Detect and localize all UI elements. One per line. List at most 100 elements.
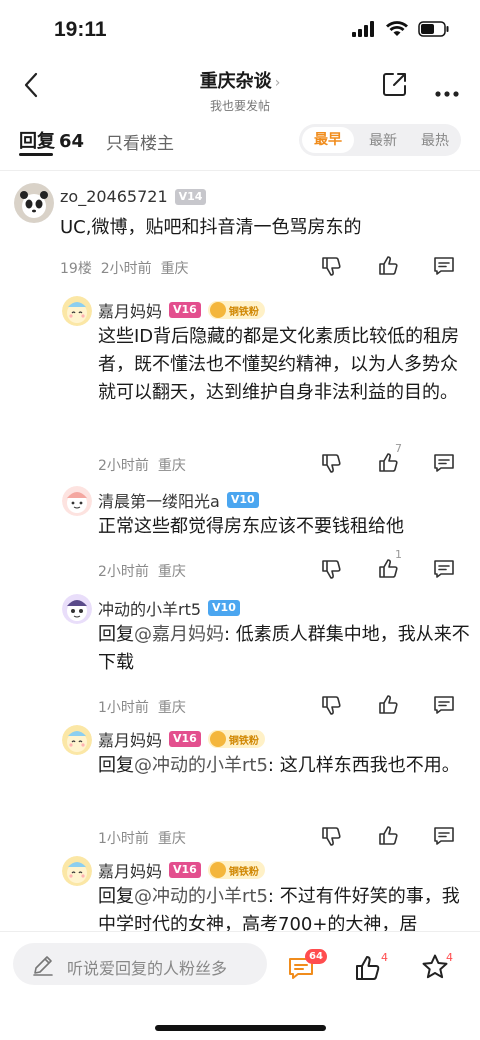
tab-owner-only[interactable]: 只看楼主 (106, 129, 174, 154)
avatar[interactable] (62, 296, 92, 326)
reply-author[interactable]: 嘉月妈妈 V16 铜铁粉 (98, 298, 265, 322)
bottom-bar: 听说爱回复的人粉丝多 64 4 4 (0, 931, 480, 1040)
like-icon[interactable] (377, 825, 399, 847)
username[interactable]: 清晨第一缕阳光a (98, 488, 220, 512)
level-badge: V16 (169, 302, 201, 318)
comment-icon[interactable] (433, 558, 455, 580)
like-icon[interactable] (377, 255, 399, 277)
fan-badge: 铜铁粉 (207, 301, 265, 319)
comment-icon[interactable] (433, 452, 455, 474)
username[interactable]: 冲动的小羊rt5 (98, 596, 201, 620)
reply-prefix: 回复 (98, 886, 134, 907)
reply-meta: 1小时前 重庆 (98, 697, 186, 717)
floor-number: 19楼 (60, 261, 92, 277)
sort-latest[interactable]: 最新 (357, 130, 409, 150)
reply-author[interactable]: 嘉月妈妈 V16 铜铁粉 (98, 858, 265, 882)
dislike-icon[interactable] (320, 558, 342, 580)
post-author[interactable]: zo_20465721 V14 (60, 187, 207, 206)
like-post-icon[interactable] (354, 954, 382, 986)
mention-link[interactable]: @冲动的小羊rt5 (134, 886, 268, 907)
star-icon[interactable] (421, 953, 449, 985)
like-icon[interactable] (377, 694, 399, 716)
reply-placeholder: 听说爱回复的人粉丝多 (67, 959, 228, 978)
favorite-count: 4 (446, 951, 453, 964)
reply-time: 1小时前 (98, 831, 149, 847)
reply-body: : 这几样东西我也不用。 (267, 755, 460, 776)
reply-time: 2小时前 (98, 564, 149, 580)
chevron-right-icon: › (274, 75, 281, 91)
reply-tabs: 回复 64 只看楼主 最早 最新 最热 (0, 122, 480, 158)
like-icon[interactable]: 7 (377, 442, 402, 474)
level-badge: V10 (226, 492, 259, 508)
like-icon[interactable]: 1 (377, 548, 402, 580)
comment-icon[interactable] (433, 255, 455, 277)
status-time: 19:11 (54, 18, 107, 41)
avatar[interactable] (14, 183, 54, 223)
fan-face-icon (209, 862, 226, 878)
divider (0, 170, 480, 171)
post-meta: 19楼 2小时前 重庆 (60, 258, 189, 278)
reply-time: 1小时前 (98, 700, 149, 716)
reply-count: 64 (59, 131, 85, 152)
post-location: 重庆 (160, 261, 189, 277)
reply-author[interactable]: 嘉月妈妈 V16 铜铁粉 (98, 727, 265, 751)
comment-icon[interactable] (433, 694, 455, 716)
dislike-icon[interactable] (320, 452, 342, 474)
reply-location: 重庆 (157, 831, 186, 847)
level-badge: V16 (169, 731, 201, 747)
reply-body: 这些ID背后隐藏的都是文化素质比较低的租房者，既不懂法也不懂契约精神，以为人多势… (98, 326, 460, 403)
like-post-count: 4 (381, 951, 388, 964)
fan-badge: 铜铁粉 (207, 730, 265, 748)
tab-replies[interactable]: 回复 64 (19, 127, 84, 153)
sort-hottest[interactable]: 最热 (409, 130, 461, 150)
level-badge: V10 (208, 600, 240, 616)
dislike-icon[interactable] (320, 694, 342, 716)
comment-icon[interactable] (433, 825, 455, 847)
avatar[interactable] (62, 725, 92, 755)
fan-badge: 铜铁粉 (207, 861, 265, 879)
forum-title[interactable]: 重庆杂谈 (200, 71, 272, 92)
reply-input[interactable]: 听说爱回复的人粉丝多 (13, 943, 267, 985)
username[interactable]: 嘉月妈妈 (98, 298, 162, 322)
pencil-icon (31, 953, 55, 981)
like-count: 1 (395, 548, 402, 561)
reply-prefix: 回复 (98, 755, 134, 776)
forum-title-block[interactable]: 重庆杂谈 › 我也要发帖 (0, 67, 480, 114)
nav-bar: 重庆杂谈 › 我也要发帖 (0, 62, 480, 114)
sort-earliest[interactable]: 最早 (302, 127, 354, 153)
reply-author[interactable]: 冲动的小羊rt5 V10 (98, 596, 240, 620)
signal-icon (352, 21, 376, 41)
avatar[interactable] (62, 594, 92, 624)
reply-time: 2小时前 (98, 458, 149, 474)
status-bar: 19:11 (0, 0, 480, 62)
reply-text: 这些ID背后隐藏的都是文化素质比较低的租房者，既不懂法也不懂契约精神，以为人多势… (98, 323, 470, 407)
share-icon[interactable] (382, 71, 408, 101)
tab-underline (19, 153, 53, 156)
level-badge: V14 (174, 188, 207, 205)
wifi-icon (386, 21, 408, 41)
sort-switch: 最早 最新 最热 (299, 124, 461, 156)
reply-location: 重庆 (157, 564, 186, 580)
reply-meta: 1小时前 重庆 (98, 828, 186, 848)
reply-author[interactable]: 清晨第一缕阳光a V10 (98, 488, 259, 512)
battery-icon (418, 21, 450, 41)
dislike-icon[interactable] (320, 825, 342, 847)
username[interactable]: 嘉月妈妈 (98, 858, 162, 882)
reply-body: 正常这些都觉得房东应该不要钱租给他 (98, 516, 404, 537)
avatar[interactable] (62, 486, 92, 516)
avatar[interactable] (62, 856, 92, 886)
like-count: 7 (395, 442, 402, 455)
mention-link[interactable]: @冲动的小羊rt5 (134, 755, 268, 776)
post-time: 2小时前 (100, 261, 152, 277)
reply-meta: 2小时前 重庆 (98, 561, 186, 581)
username[interactable]: 嘉月妈妈 (98, 727, 162, 751)
reply-prefix: 回复 (98, 624, 134, 645)
username[interactable]: zo_20465721 (60, 187, 168, 206)
mention-link[interactable]: @嘉月妈妈 (134, 624, 224, 645)
comment-count-badge: 64 (305, 949, 327, 964)
reply-text: 正常这些都觉得房东应该不要钱租给他 (98, 513, 470, 541)
dislike-icon[interactable] (320, 255, 342, 277)
home-indicator (155, 1025, 326, 1031)
more-icon[interactable] (435, 82, 459, 101)
level-badge: V16 (169, 862, 201, 878)
